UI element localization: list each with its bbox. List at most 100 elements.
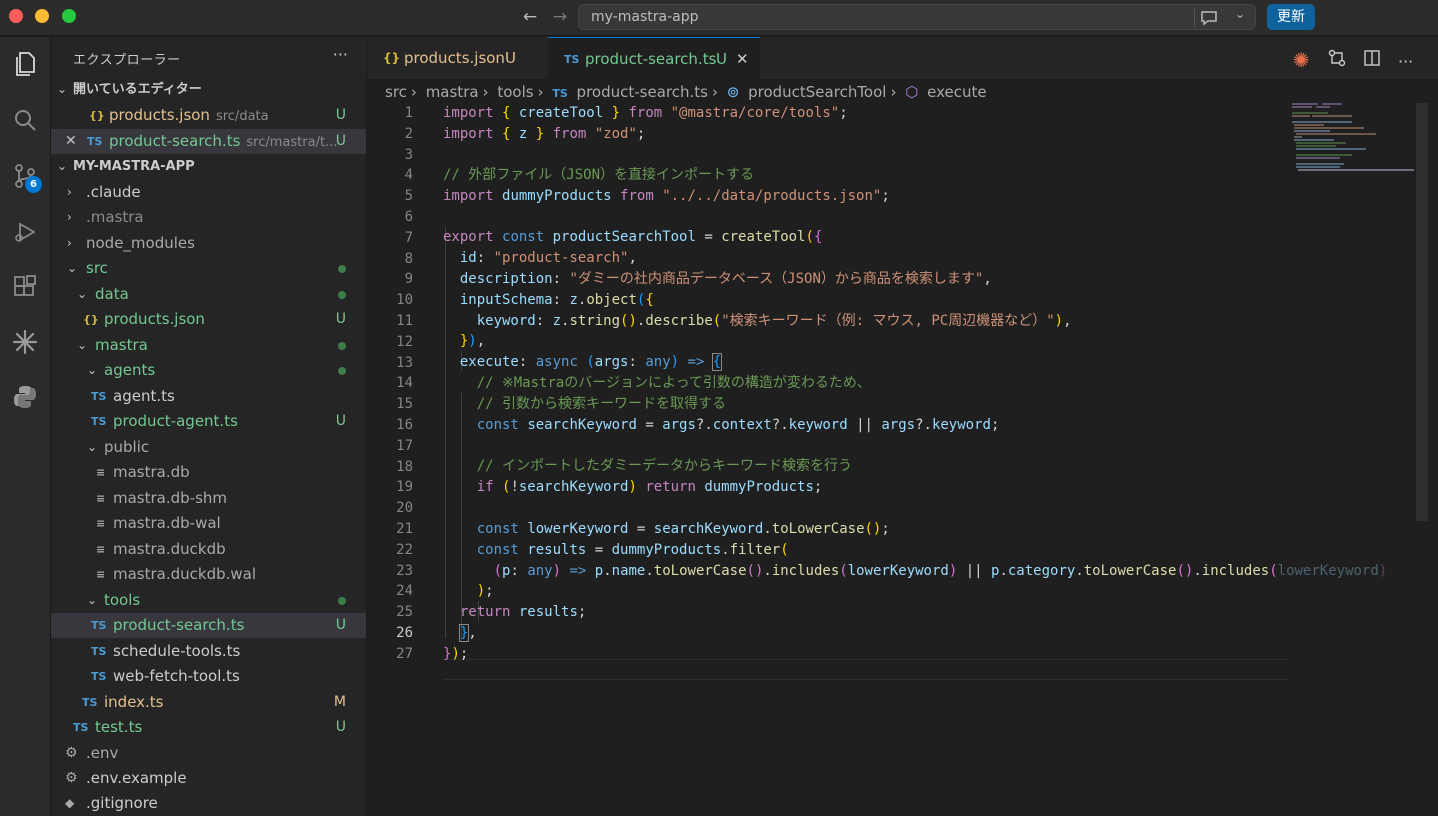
open-editors-header[interactable]: ⌄ 開いているエディター — [51, 77, 366, 102]
modified-dot — [338, 291, 346, 299]
tree-folder[interactable]: › node_modules — [51, 231, 366, 256]
tab-label: products.json — [404, 49, 505, 67]
tree-folder[interactable]: ⌄ tools — [51, 588, 366, 613]
file-lines-icon: ≡ — [96, 543, 106, 556]
back-arrow-icon[interactable]: ← — [519, 6, 541, 28]
tree-folder[interactable]: ⌄ data — [51, 282, 366, 307]
tree-file[interactable]: TS product-search.ts U — [51, 613, 366, 638]
more-actions-icon[interactable]: ··· — [1398, 52, 1418, 71]
claude-icon[interactable] — [8, 325, 42, 359]
tree-file[interactable]: TS index.ts M — [51, 690, 366, 715]
tree-file[interactable]: TS schedule-tools.ts — [51, 639, 366, 664]
file-lines-icon: ≡ — [96, 568, 106, 581]
typescript-file-icon: TS — [91, 645, 107, 658]
close-window-button[interactable] — [9, 9, 23, 23]
breadcrumb-item[interactable]: execute — [927, 83, 986, 101]
breadcrumb-item[interactable]: product-search.ts — [577, 83, 708, 101]
update-button[interactable]: 更新 — [1267, 4, 1315, 30]
tree-folder[interactable]: › .claude — [51, 180, 366, 205]
line-number: 14 — [396, 375, 413, 392]
tree-folder[interactable]: ⌄ src — [51, 256, 366, 281]
line-number: 21 — [396, 521, 413, 537]
code-editor[interactable]: 1 2 3 4 5 6 7 8 9 10 11 12 13 14 15 16 17 18 19 20 21 22 23 24 2… — [367, 102, 1417, 702]
tree-folder[interactable]: › .mastra — [51, 205, 366, 230]
extensions-icon[interactable] — [8, 270, 42, 304]
chat-icon[interactable] — [1199, 8, 1219, 32]
tree-file[interactable]: ≡ mastra.duckdb.wal — [51, 562, 366, 587]
git-status: U — [335, 413, 346, 429]
vertical-scrollbar[interactable] — [1416, 103, 1428, 521]
open-editor-item[interactable]: {} products.json src/data U — [51, 103, 366, 128]
search-icon[interactable] — [8, 103, 42, 137]
tree-label: web-fetch-tool.ts — [113, 667, 240, 685]
project-header[interactable]: ⌄ MY-MASTRA-APP — [51, 154, 366, 179]
json-file-icon: {} — [383, 51, 401, 65]
git-status: U — [335, 719, 346, 735]
open-editor-item[interactable]: ✕ TS product-search.ts src/mastra/t... U — [51, 129, 366, 154]
git-status: U — [335, 617, 346, 633]
tree-file[interactable]: TS agent.ts — [51, 384, 366, 409]
typescript-file-icon: TS — [91, 619, 107, 632]
line-number: 3 — [404, 146, 413, 163]
tree-folder[interactable]: ⌄ public — [51, 435, 366, 460]
line-number: 18 — [396, 458, 413, 475]
tree-file[interactable]: {} products.json U — [51, 307, 366, 332]
minimize-window-button[interactable] — [35, 9, 49, 23]
git-status: U — [335, 311, 346, 327]
line-number: 6 — [404, 209, 413, 225]
tab-products-json[interactable]: {} products.json U — [367, 37, 547, 80]
tree-file[interactable]: ≡ mastra.db-shm — [51, 486, 366, 511]
line-number: 4 — [404, 167, 413, 184]
breadcrumb-item[interactable]: productSearchTool — [748, 83, 886, 101]
tab-product-search-ts[interactable]: TS product-search.ts U ✕ — [548, 37, 760, 80]
breadcrumb-item[interactable]: mastra — [426, 83, 479, 101]
open-editor-path: src/data — [215, 109, 269, 124]
chevron-down-icon[interactable]: ⌄ — [1235, 7, 1245, 21]
forward-arrow-icon[interactable]: → — [549, 6, 571, 28]
tree-folder[interactable]: ⌄ agents — [51, 358, 366, 383]
tree-label: .claude — [86, 183, 141, 201]
code-line-12: }), — [459, 333, 486, 349]
tree-label: src — [86, 259, 108, 277]
tree-file[interactable]: TS product-agent.ts U — [51, 409, 366, 434]
code-line-13: execute: async (args: any) => { — [459, 353, 723, 371]
minimap[interactable] — [1290, 102, 1416, 172]
maximize-window-button[interactable] — [62, 9, 76, 23]
breadcrumb-item[interactable]: tools — [497, 83, 533, 101]
tree-file[interactable]: ≡ mastra.db-wal — [51, 511, 366, 536]
code-line-23: (p: any) => p.name.toLowerCase().include… — [493, 563, 1388, 579]
line-number: 10 — [396, 292, 413, 309]
breadcrumb-item[interactable]: src — [385, 83, 407, 101]
tree-folder[interactable]: ⌄ mastra — [51, 333, 366, 358]
close-icon[interactable]: ✕ — [65, 129, 77, 154]
line-number: 24 — [396, 583, 413, 600]
line-number: 7 — [404, 229, 413, 246]
activity-bar: 6 — [0, 37, 51, 816]
command-center-search[interactable]: my-mastra-app ⌄ — [578, 4, 1256, 30]
code-line-1: import { createTool } from "@mastra/core… — [443, 105, 848, 121]
tree-file[interactable]: ⚙ .env — [51, 741, 366, 766]
explorer-icon[interactable] — [8, 47, 42, 81]
close-icon[interactable]: ✕ — [736, 38, 749, 81]
tree-file[interactable]: TS web-fetch-tool.ts — [51, 664, 366, 689]
tree-file[interactable]: ≡ mastra.duckdb — [51, 537, 366, 562]
split-editor-icon[interactable] — [1363, 49, 1393, 71]
run-debug-icon[interactable] — [8, 215, 42, 249]
compare-changes-icon[interactable] — [1328, 49, 1358, 71]
tree-file[interactable]: ◆ .gitignore — [51, 791, 366, 816]
claude-icon[interactable]: ✺ — [1293, 48, 1323, 72]
tree-file[interactable]: ≡ mastra.db — [51, 460, 366, 485]
tree-file[interactable]: ⚙ .env.example — [51, 766, 366, 791]
modified-dot — [338, 597, 346, 605]
typescript-file-icon: TS — [552, 87, 568, 100]
breadcrumb: src › mastra › tools › TS product-search.ts… — [385, 81, 991, 103]
line-number: 2 — [404, 125, 413, 142]
tree-label: mastra — [95, 336, 148, 354]
python-icon[interactable] — [8, 380, 42, 414]
tree-label: mastra.duckdb.wal — [113, 565, 257, 583]
line-number: 11 — [396, 313, 413, 329]
more-actions-icon[interactable]: ··· — [333, 45, 348, 64]
open-editor-name: products.json — [109, 106, 210, 124]
line-number: 17 — [396, 437, 413, 454]
tree-file[interactable]: TS test.ts U — [51, 715, 366, 740]
